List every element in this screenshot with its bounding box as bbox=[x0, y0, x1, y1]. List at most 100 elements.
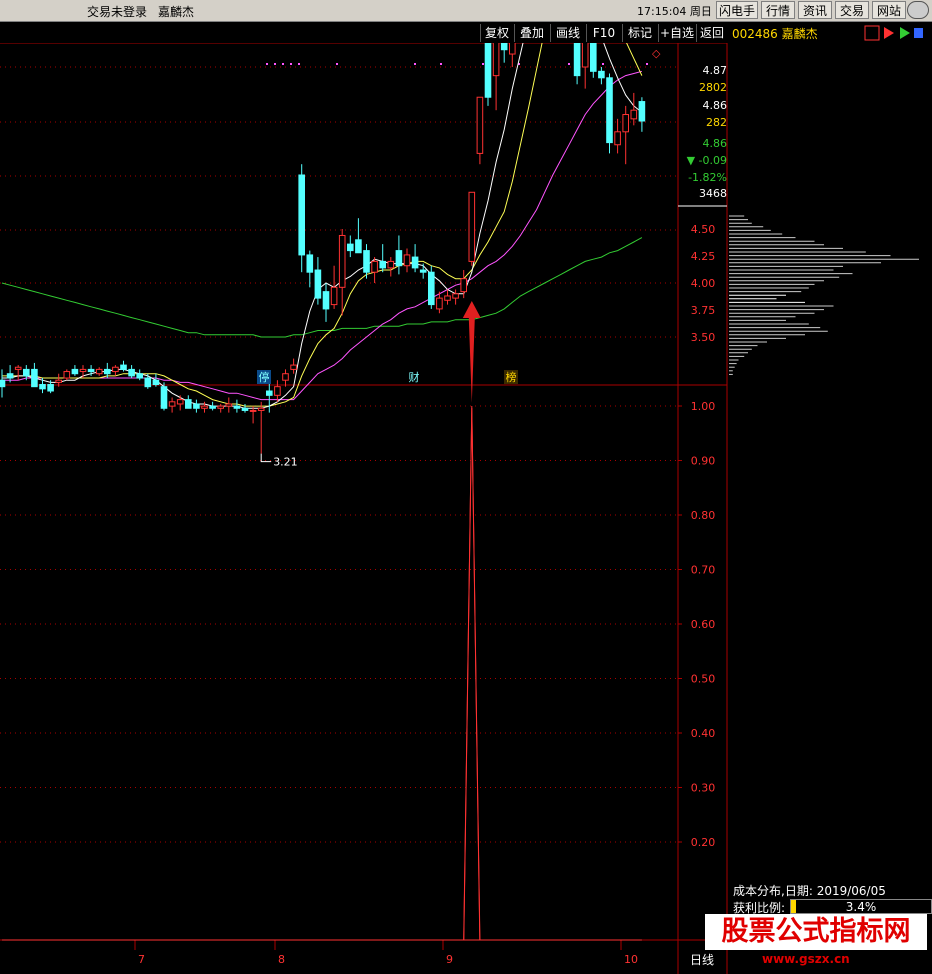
overlay-button[interactable]: 叠加 bbox=[514, 24, 549, 42]
restore-rights-button[interactable]: 复权 bbox=[480, 24, 513, 42]
indicator-axis-label: 0.30 bbox=[691, 782, 716, 795]
candle-down bbox=[298, 174, 305, 256]
event-marker-label: 停 bbox=[259, 370, 270, 384]
x-axis-label: 8 bbox=[278, 953, 285, 966]
candle-up bbox=[436, 297, 443, 310]
candle-up bbox=[201, 405, 208, 409]
info-value: 4.86 bbox=[703, 99, 728, 112]
candle-down bbox=[136, 373, 143, 379]
candle-up bbox=[330, 286, 338, 306]
candle-down bbox=[379, 260, 386, 269]
candle-up bbox=[492, 43, 500, 77]
website-button[interactable]: 网站 bbox=[872, 1, 906, 19]
candle-up bbox=[176, 399, 184, 405]
list-icon[interactable] bbox=[864, 25, 880, 41]
ma60-line bbox=[1, 237, 643, 338]
candle-down bbox=[395, 250, 403, 267]
info-value: 282 bbox=[706, 116, 727, 129]
event-dot bbox=[602, 63, 604, 65]
mark-button[interactable]: 标记 bbox=[622, 24, 657, 42]
chart-toolbar: 复权 叠加 画线 F10 标记 +自选 返回 bbox=[0, 22, 727, 43]
add-watchlist-button[interactable]: +自选 bbox=[658, 24, 695, 42]
candle-up bbox=[63, 371, 71, 379]
candle-down bbox=[104, 368, 111, 375]
x-axis-label: 9 bbox=[446, 953, 453, 966]
ma20-line bbox=[2, 70, 643, 401]
info-value: 3468 bbox=[699, 187, 727, 200]
indicator-series bbox=[2, 301, 642, 941]
candle-down bbox=[314, 269, 322, 299]
event-dot bbox=[440, 63, 442, 65]
candle-up bbox=[630, 109, 638, 120]
event-marker-label: 财 bbox=[409, 370, 420, 384]
draw-line-button[interactable]: 画线 bbox=[550, 24, 585, 42]
login-status: 交易未登录 bbox=[87, 5, 148, 19]
info-value: 4.86 bbox=[703, 137, 728, 150]
event-marker-label: 榜 bbox=[506, 370, 517, 384]
x-axis-unit: 日线 bbox=[690, 953, 714, 967]
candle-down bbox=[428, 271, 435, 306]
candle-down bbox=[573, 43, 581, 77]
candle-down bbox=[606, 77, 613, 144]
play-icon[interactable] bbox=[884, 27, 894, 39]
minimize-circle-icon[interactable] bbox=[907, 1, 929, 19]
event-dot bbox=[482, 63, 484, 65]
back-button[interactable]: 返回 bbox=[696, 24, 727, 42]
candle-down bbox=[484, 43, 492, 98]
quotes-button[interactable]: 行情 bbox=[761, 1, 795, 19]
chart-grid bbox=[0, 43, 728, 974]
candle-up bbox=[371, 260, 378, 273]
candle-down bbox=[23, 368, 30, 377]
flash-trade-button[interactable]: 闪电手 bbox=[716, 1, 758, 19]
candle-up bbox=[217, 405, 224, 409]
candle-up bbox=[444, 295, 451, 301]
candle-down bbox=[355, 239, 362, 254]
chart-labels: 1.000.900.800.700.600.500.400.300.20◇6.0… bbox=[138, 47, 728, 967]
indicator-axis-label: 1.00 bbox=[691, 400, 716, 413]
moving-average-lines bbox=[1, 43, 643, 409]
indicator-spike bbox=[463, 407, 481, 941]
candle-down bbox=[185, 399, 192, 409]
candle-down bbox=[31, 368, 38, 388]
grid-icon[interactable] bbox=[914, 28, 923, 38]
diamond-icon: ◇ bbox=[652, 47, 661, 60]
candle-down bbox=[500, 43, 508, 51]
candle-down bbox=[241, 407, 249, 411]
candle-up bbox=[112, 366, 119, 373]
forward-icon[interactable] bbox=[900, 27, 910, 39]
candle-down bbox=[152, 379, 160, 386]
chart-area[interactable]: 1.000.900.800.700.600.500.400.300.20◇6.0… bbox=[0, 43, 932, 974]
trade-button[interactable]: 交易 bbox=[835, 1, 869, 19]
indicator-axis-label: 0.60 bbox=[691, 618, 716, 631]
candle-down bbox=[322, 291, 330, 310]
title-bar: 交易未登录 嘉麟杰 17:15:04 周日 闪电手 行情 资讯 交易 网站 bbox=[0, 0, 932, 22]
price-axis-label: 3.50 bbox=[691, 331, 716, 344]
indicator-axis-label: 0.70 bbox=[691, 564, 716, 577]
profit-bar: 3.4% bbox=[790, 899, 932, 914]
candle-up bbox=[168, 401, 176, 407]
f10-button[interactable]: F10 bbox=[586, 24, 621, 42]
candle-down bbox=[598, 70, 605, 79]
event-dot bbox=[298, 63, 300, 65]
info-value: 2802 bbox=[699, 81, 727, 94]
candlestick-series bbox=[0, 43, 646, 454]
x-axis-label: 10 bbox=[624, 953, 638, 966]
low-label: 3.21 bbox=[273, 456, 298, 469]
candle-down bbox=[419, 269, 427, 273]
price-axis-label: 4.00 bbox=[691, 277, 716, 290]
ma5-line bbox=[2, 43, 643, 409]
profit-value: 3.4% bbox=[845, 900, 877, 914]
candle-down bbox=[6, 373, 14, 379]
event-dot bbox=[414, 63, 416, 65]
news-button[interactable]: 资讯 bbox=[798, 1, 832, 19]
candle-down bbox=[266, 390, 273, 396]
ma10-line bbox=[2, 43, 643, 407]
candle-down bbox=[411, 256, 419, 269]
watermark-url: www.gszx.cn bbox=[762, 952, 850, 966]
candle-down bbox=[347, 243, 354, 252]
candle-up bbox=[460, 278, 467, 293]
cost-distribution-profile bbox=[729, 215, 919, 375]
candle-down bbox=[233, 405, 241, 409]
candle-up bbox=[290, 364, 297, 370]
candle-up bbox=[476, 96, 484, 154]
